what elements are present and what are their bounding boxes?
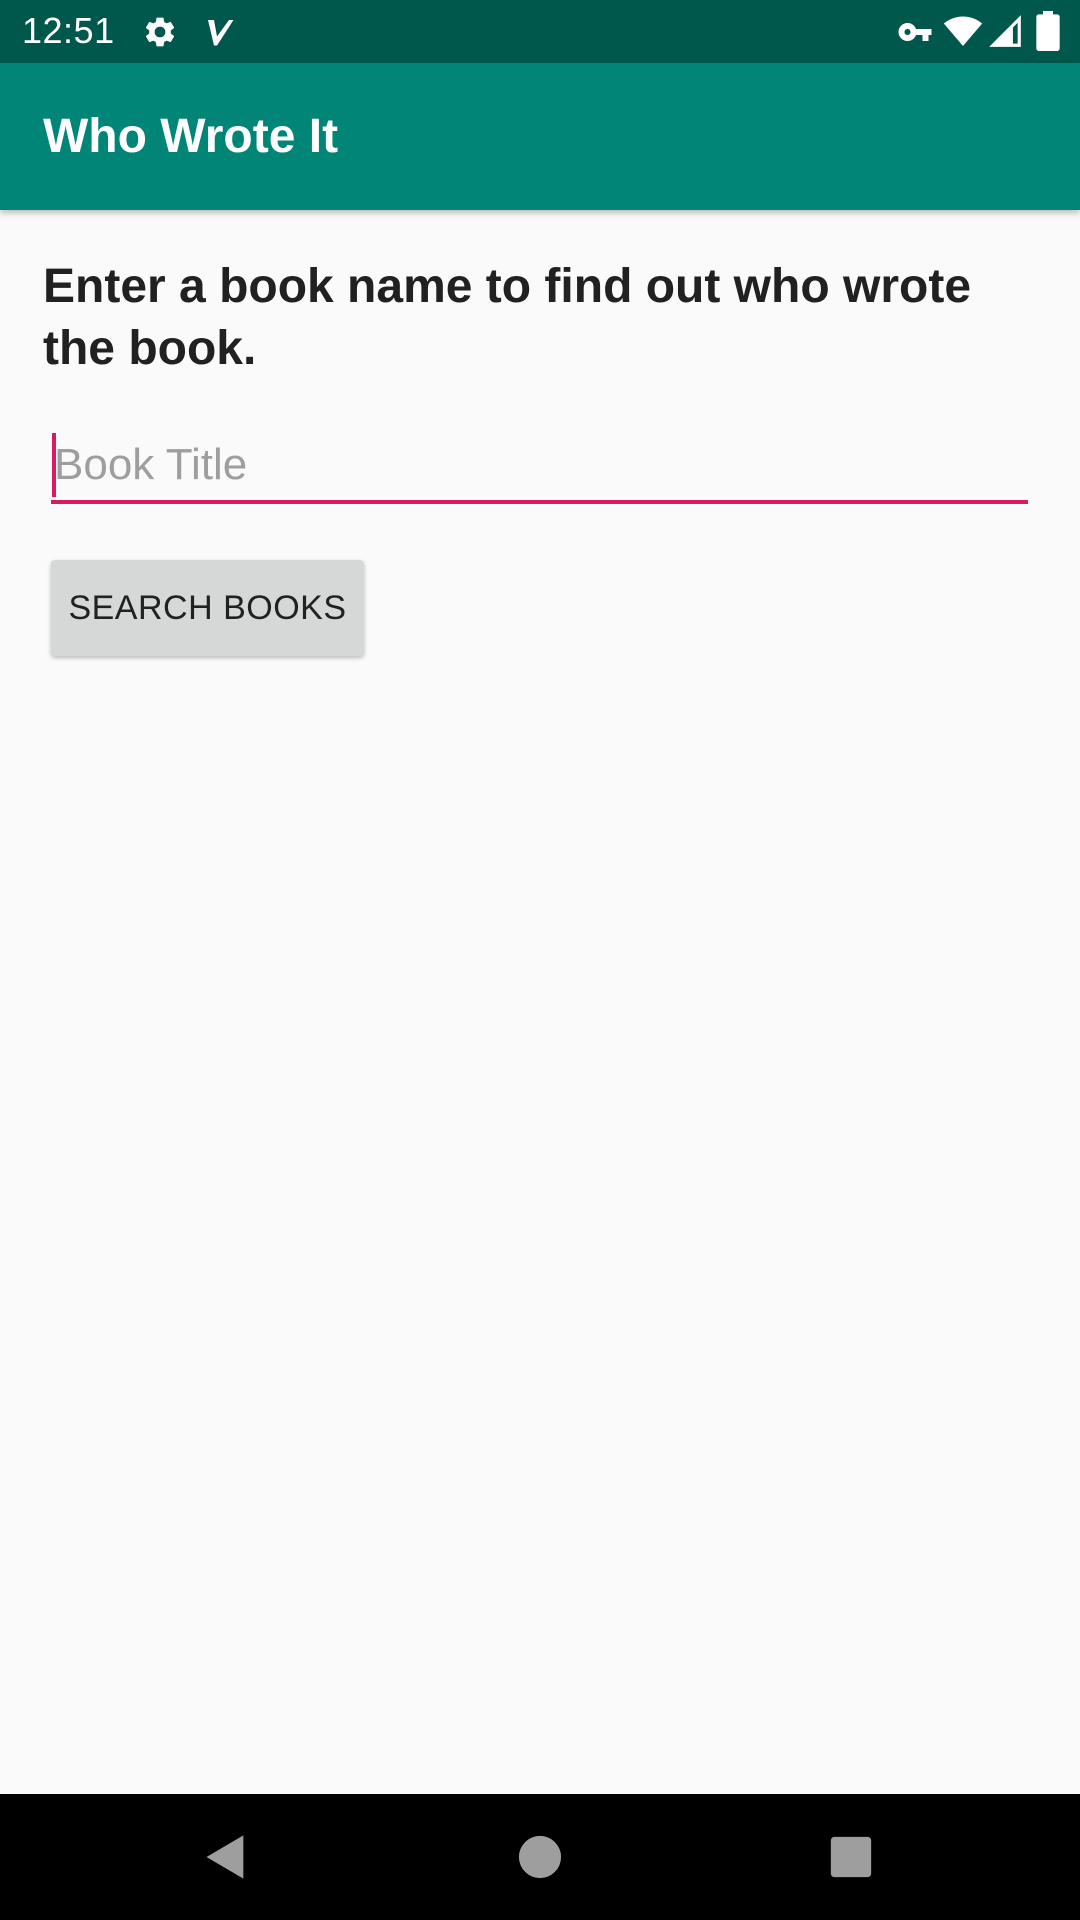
app-title: Who Wrote It	[43, 110, 339, 163]
navigation-bar	[0, 1794, 1080, 1920]
wifi-icon	[943, 16, 983, 46]
book-title-field[interactable]	[51, 430, 1028, 504]
status-time: 12:51	[22, 10, 115, 51]
instruction-text: Enter a book name to find out who wrote …	[43, 260, 972, 375]
home-icon[interactable]	[517, 1834, 563, 1880]
gear-icon	[145, 17, 175, 47]
check-icon	[208, 20, 234, 46]
battery-icon	[1036, 11, 1060, 51]
signal-icon	[989, 15, 1021, 47]
text-cursor	[52, 433, 56, 497]
back-icon[interactable]	[200, 1831, 252, 1883]
search-books-button[interactable]: SEARCH BOOKS	[51, 560, 364, 656]
vpn-key-icon	[898, 23, 932, 41]
recents-icon[interactable]	[829, 1835, 873, 1879]
book-title-input[interactable]	[51, 430, 1028, 500]
app-bar: Who Wrote It	[0, 63, 1080, 210]
status-bar: 12:51	[0, 0, 1080, 63]
input-underline	[51, 500, 1028, 504]
